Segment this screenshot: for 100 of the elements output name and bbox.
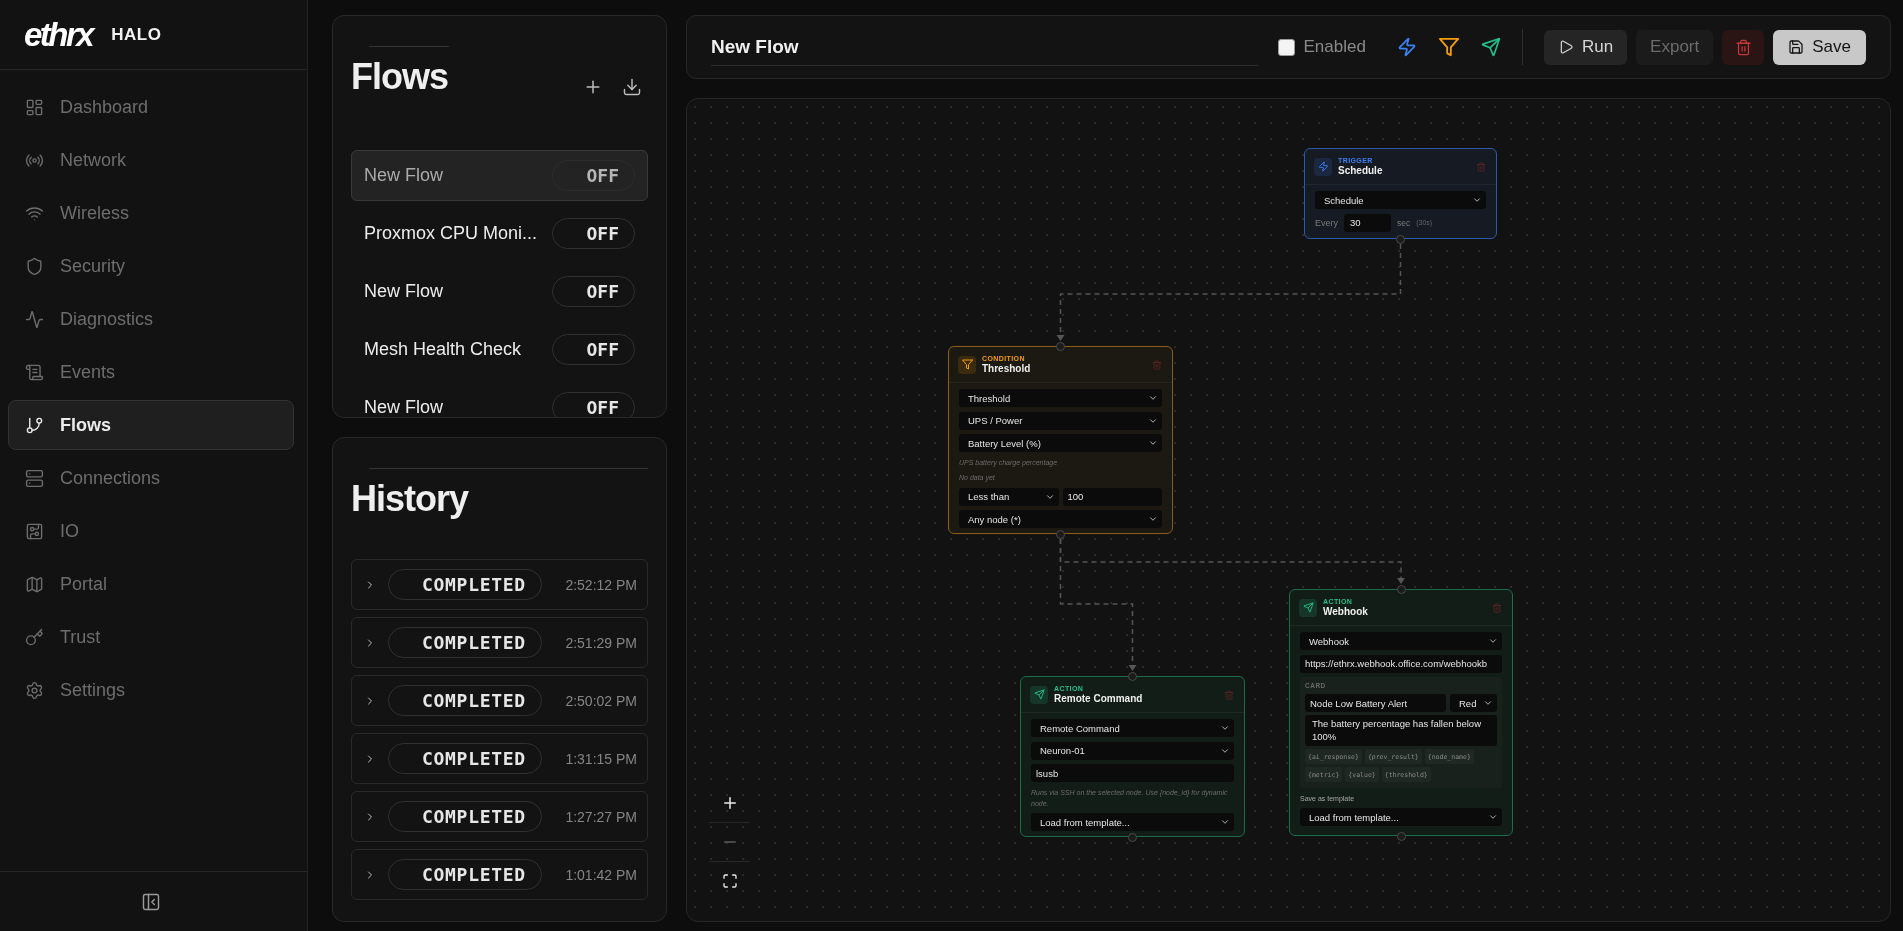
settings-icon <box>25 680 44 700</box>
brand-logo: ethrx <box>24 18 93 51</box>
node-title: Remote Command <box>1054 693 1143 705</box>
trash-icon[interactable] <box>1152 359 1162 370</box>
trash-icon[interactable] <box>1492 602 1502 613</box>
action-node[interactable] <box>1289 589 1513 836</box>
paper-plane-icon <box>1030 685 1048 704</box>
sidebar-nav-item[interactable]: Events <box>8 347 294 397</box>
scroll-icon <box>25 362 44 382</box>
sidebar-nav-item[interactable]: Trust <box>8 612 294 662</box>
run-button[interactable]: Run <box>1543 29 1628 65</box>
message-field[interactable]: The battery percentage has fallen below 100% <box>1305 715 1497 746</box>
sidebar-nav-item[interactable]: Connections <box>8 453 294 503</box>
pulse-icon <box>25 309 44 329</box>
connection-handle-icon[interactable] <box>1396 584 1406 594</box>
enabled-checkbox[interactable] <box>1277 38 1295 56</box>
run-time: 1:01:42 PM <box>565 866 637 883</box>
history-row[interactable]: COMPLETED 2:50:02 PM <box>351 675 648 726</box>
node-input-field[interactable]: lsusb <box>1031 764 1234 782</box>
connection-handle-icon[interactable] <box>1396 234 1405 244</box>
interval-label: Every <box>1315 217 1338 228</box>
run-time: 2:52:12 PM <box>565 576 637 593</box>
history-row[interactable]: COMPLETED 2:52:12 PM <box>351 559 648 610</box>
download-icon[interactable] <box>622 77 642 97</box>
run-time: 2:51:29 PM <box>565 634 637 651</box>
history-row[interactable]: COMPLETED 1:31:15 PM <box>351 733 648 784</box>
delete-button[interactable] <box>1722 29 1765 65</box>
save-button[interactable]: Save <box>1773 29 1866 65</box>
node-select[interactable]: Neuron-01 <box>1031 741 1234 760</box>
node-select[interactable]: Red <box>1450 694 1497 712</box>
interval-field[interactable]: 30 <box>1344 213 1391 232</box>
panel-title: History <box>351 477 469 521</box>
history-row[interactable]: COMPLETED 2:51:29 PM <box>351 617 648 668</box>
trash-icon[interactable] <box>1476 161 1486 172</box>
node-select[interactable]: Schedule <box>1315 191 1486 209</box>
dashboard-grid-icon <box>25 97 44 117</box>
sidebar-nav-item[interactable]: Diagnostics <box>8 294 294 344</box>
chevron-down-icon <box>1148 438 1158 448</box>
flow-list-item[interactable]: New Flow OFF <box>351 150 648 201</box>
connection-handle-icon[interactable] <box>1056 341 1065 351</box>
lightning-icon[interactable] <box>1396 37 1417 57</box>
flow-list-item[interactable]: New Flow OFF <box>351 266 648 317</box>
chevron-down-icon <box>1488 636 1498 646</box>
sidebar-nav-item[interactable]: Flows <box>8 400 294 450</box>
node-select[interactable]: Webhook <box>1300 632 1502 650</box>
node-select[interactable]: UPS / Power <box>959 411 1162 430</box>
funnel-icon[interactable] <box>1438 37 1459 57</box>
sidebar-nav-item[interactable]: Network <box>8 135 294 185</box>
funnel-icon <box>958 355 976 374</box>
chevron-down-icon <box>1148 393 1158 403</box>
trash-icon[interactable] <box>1224 689 1234 700</box>
sidebar-nav-item[interactable]: IO <box>8 506 294 556</box>
run-time: 2:50:02 PM <box>565 692 637 709</box>
node-input-field[interactable]: Node Low Battery Alert <box>1305 694 1446 712</box>
fit-view-icon[interactable] <box>721 873 738 889</box>
node-input-field[interactable]: 100 <box>1062 487 1162 506</box>
save-icon <box>1788 39 1805 55</box>
node-select[interactable]: Threshold <box>959 389 1162 407</box>
node-select[interactable]: Load from template... <box>1300 808 1502 826</box>
lightning-icon <box>1314 157 1332 176</box>
chevron-down-icon <box>1220 817 1230 827</box>
node-select[interactable]: Load from template... <box>1031 813 1234 831</box>
flow-list-item[interactable]: Proxmox CPU Moni... OFF <box>351 208 648 259</box>
run-time: 1:27:27 PM <box>565 808 637 825</box>
paper-plane-icon[interactable] <box>1480 37 1501 57</box>
node-title: Schedule <box>1338 165 1383 177</box>
flow-list-item[interactable]: Mesh Health Check OFF <box>351 324 648 375</box>
node-select[interactable]: Remote Command <box>1031 719 1234 737</box>
sidebar-nav-item[interactable]: Settings <box>8 665 294 715</box>
node-select[interactable]: Less than <box>959 487 1059 506</box>
history-row[interactable]: COMPLETED 1:27:27 PM <box>351 791 648 842</box>
branch-icon <box>25 415 44 435</box>
enabled-label[interactable]: Enabled <box>1303 37 1366 57</box>
flow-name-field[interactable]: New Flow <box>711 28 1258 66</box>
sidebar-nav-item[interactable]: Wireless <box>8 188 294 238</box>
sidebar-nav-item[interactable]: Portal <box>8 559 294 609</box>
chevron-down-icon <box>1488 812 1498 822</box>
chevron-down-icon <box>1483 698 1493 708</box>
paper-plane-icon <box>1299 598 1317 617</box>
sidebar-nav-item[interactable]: Security <box>8 241 294 291</box>
collapse-sidebar-icon[interactable] <box>140 891 161 912</box>
node-select[interactable]: Battery Level (%) <box>959 434 1162 452</box>
shield-icon <box>25 256 44 276</box>
history-row[interactable]: COMPLETED 1:01:42 PM <box>351 849 648 900</box>
node-title: Threshold <box>982 363 1031 375</box>
chevron-down-icon <box>1472 195 1482 205</box>
connection-handle-icon[interactable] <box>1056 529 1065 539</box>
node-input-field[interactable]: https://ethrx.webhook.office.com/webhookb <box>1300 654 1502 673</box>
connection-handle-icon[interactable] <box>1396 831 1406 841</box>
connection-handle-icon[interactable] <box>1128 832 1137 842</box>
server-icon <box>25 468 44 488</box>
chevron-down-icon <box>1220 723 1230 733</box>
map-icon <box>25 574 44 594</box>
brand-name: HALO <box>111 24 162 45</box>
circuit-board-icon <box>25 521 44 541</box>
unit-label: sec <box>1397 217 1411 228</box>
connection-handle-icon[interactable] <box>1128 671 1137 681</box>
sidebar-nav-item[interactable]: Dashboard <box>8 82 294 132</box>
node-select[interactable]: Any node (*) <box>959 510 1162 528</box>
flow-list-item[interactable]: New Flow OFF <box>351 382 648 417</box>
